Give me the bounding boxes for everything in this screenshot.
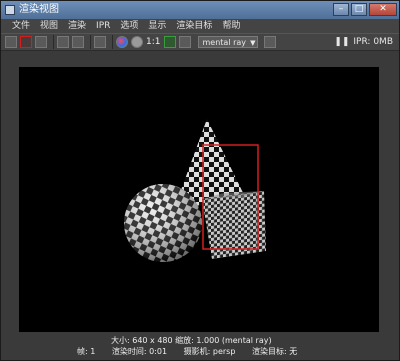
menu-display[interactable]: 显示 [143,19,171,33]
menu-bar: 文件 视图 渲染 IPR 选项 显示 渲染目标 帮助 [1,19,399,33]
menu-render[interactable]: 渲染 [63,19,91,33]
rendered-scene [124,119,266,262]
snapshot-icon[interactable] [35,36,47,48]
maximize-button[interactable]: □ [351,3,367,16]
menu-file[interactable]: 文件 [7,19,35,33]
ipr-status: ❚❚ IPR: 0MB [334,37,393,47]
menu-help[interactable]: 帮助 [217,19,245,33]
ipr-render-icon[interactable] [57,36,69,48]
toolbar-separator [112,35,113,49]
real-size-button[interactable]: 1:1 [146,37,160,47]
rgb-channels-icon[interactable] [116,36,128,48]
sphere-shading [124,184,202,262]
close-button[interactable]: ✕ [369,3,397,16]
renderer-dropdown[interactable]: mental ray ▼ [198,36,259,48]
chevron-down-icon: ▼ [250,39,256,47]
frame-label: 帧: 1 [77,347,96,356]
alpha-channel-icon[interactable] [131,36,143,48]
menu-view[interactable]: 视图 [35,19,63,33]
status-info-line: 帧: 1 渲染时间: 0:01 摄影机: persp 渲染目标: 无 [77,346,311,357]
render-settings-icon[interactable] [179,36,192,48]
menu-ipr[interactable]: IPR [91,19,115,33]
render-region-icon[interactable] [20,36,32,48]
menu-options[interactable]: 选项 [115,19,143,33]
toolbar: 1:1 mental ray ▼ ❚❚ IPR: 0MB [1,33,399,51]
renderer-value: mental ray [202,38,246,47]
render-view-window: 渲染视图 – □ ✕ 文件 视图 渲染 IPR 选项 显示 渲染目标 帮助 1:… [0,0,400,361]
title-bar: 渲染视图 – □ ✕ [1,1,399,19]
app-icon [5,5,15,15]
camera-label: 摄影机: persp [183,347,236,356]
window-controls: – □ ✕ [333,3,397,16]
minimize-button[interactable]: – [333,3,349,16]
render-target-label: 渲染目标: 无 [251,347,298,356]
redo-previous-render-icon[interactable] [5,36,17,48]
render-time-label: 渲染时间: 0:01 [111,347,168,356]
refresh-icon[interactable] [72,36,84,48]
window-title: 渲染视图 [19,4,59,15]
toolbar-separator [53,35,54,49]
keep-image-icon[interactable] [94,36,106,48]
ipr-memory-label: IPR: 0MB [353,37,393,47]
menu-render-target[interactable]: 渲染目标 [171,19,217,33]
display-color-icon[interactable] [164,36,177,48]
render-viewport[interactable] [19,67,379,332]
render-globals-icon[interactable] [264,36,277,48]
status-size-line: 大小: 640 x 480 缩放: 1.000 (mental ray) [111,336,272,345]
pause-icon[interactable]: ❚❚ [334,37,349,47]
toolbar-separator [90,35,91,49]
